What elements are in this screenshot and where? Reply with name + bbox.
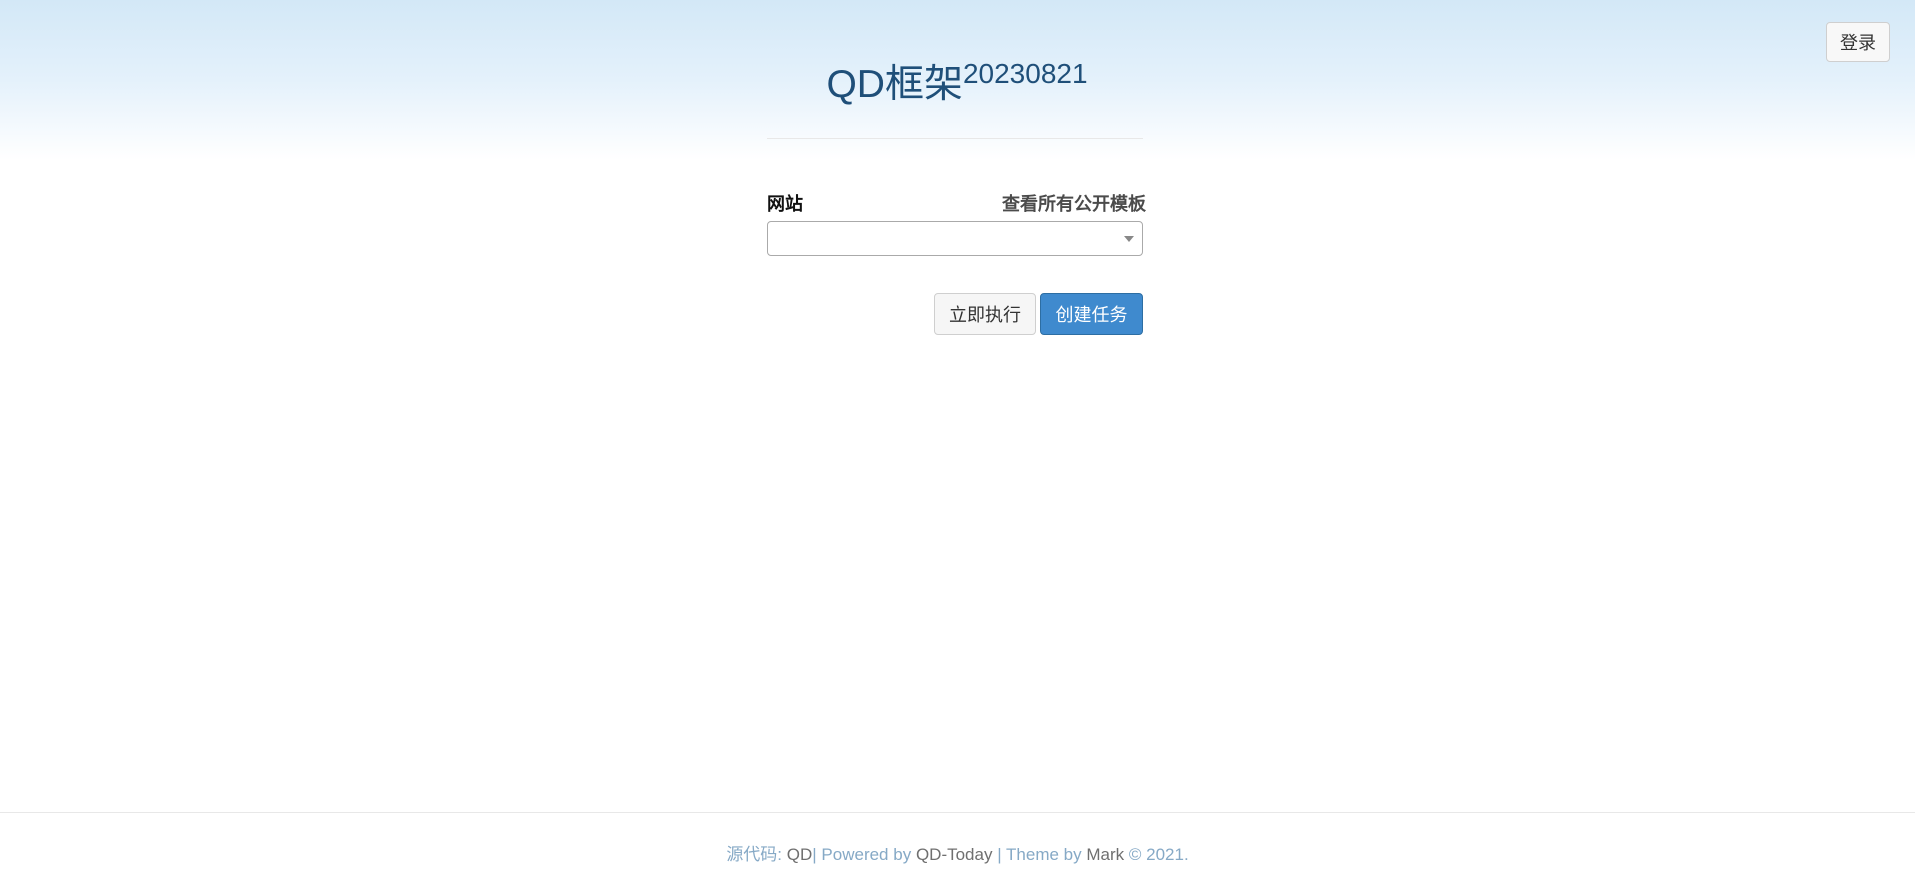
title-main: QD框架	[826, 63, 963, 106]
footer-theme-link[interactable]: Mark	[1086, 845, 1124, 864]
footer-divider	[0, 812, 1915, 813]
footer: 源代码: QD| Powered by QD-Today | Theme by …	[0, 840, 1915, 865]
footer-copyright: © 2021.	[1128, 845, 1189, 864]
page: 登录 QD框架20230821 网站 查看所有公开模板 立即执行 创建任务 源代…	[0, 0, 1915, 869]
view-all-public-templates-link[interactable]: 查看所有公开模板	[1002, 190, 1146, 216]
chevron-down-icon	[1124, 236, 1134, 242]
footer-powered-link[interactable]: QD-Today	[916, 845, 993, 864]
footer-source-label: 源代码:	[726, 845, 783, 864]
title-version: 20230821	[962, 58, 1088, 89]
title-divider	[767, 138, 1143, 139]
footer-powered-label: | Powered by	[812, 845, 912, 864]
site-select[interactable]	[767, 221, 1143, 256]
login-button[interactable]: 登录	[1826, 22, 1890, 62]
footer-source-link[interactable]: QD	[787, 845, 813, 864]
footer-theme-label: | Theme by	[997, 845, 1082, 864]
site-label: 网站	[767, 194, 803, 214]
create-task-button[interactable]: 创建任务	[1040, 293, 1143, 335]
page-title: QD框架20230821	[767, 58, 1147, 106]
run-now-button[interactable]: 立即执行	[934, 293, 1036, 335]
